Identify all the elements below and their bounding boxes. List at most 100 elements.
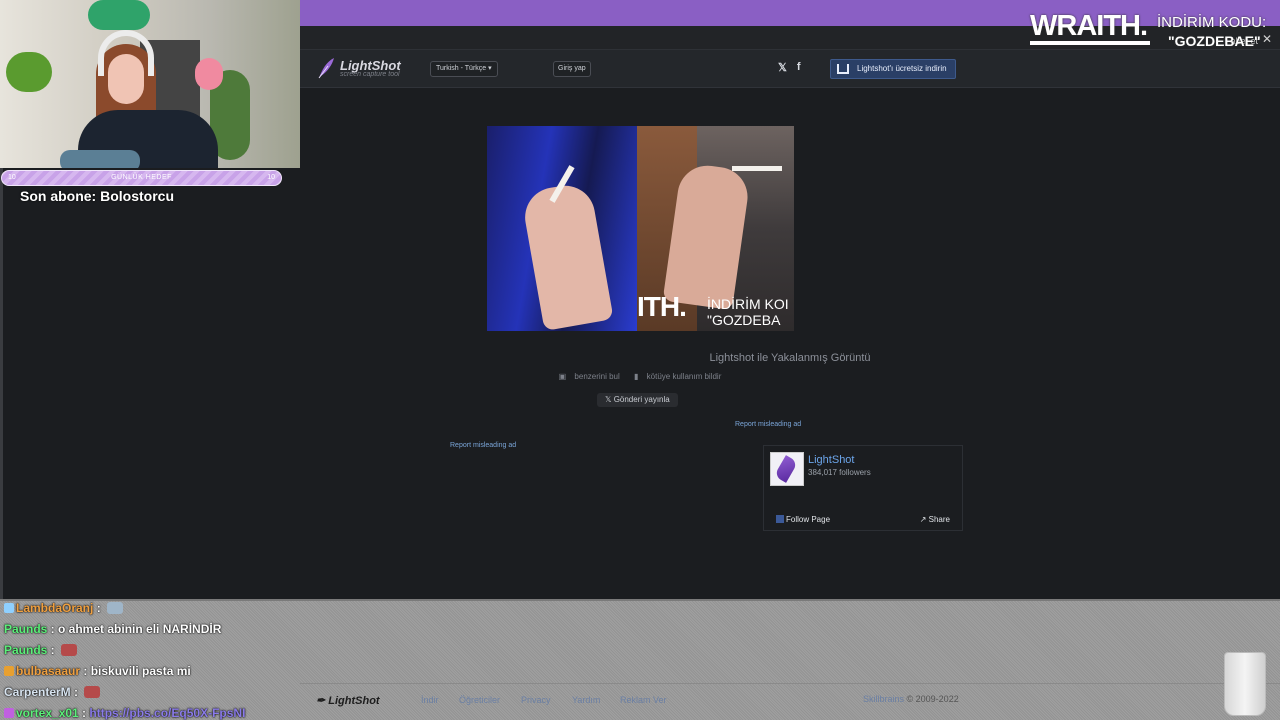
report-ad-link-right[interactable]: Report misleading ad — [735, 421, 801, 428]
chat-text[interactable]: https://pbs.co/Eq50X-FpsNI — [89, 706, 245, 720]
footer-logo-label: LightShot — [328, 695, 380, 707]
image-left-panel — [487, 126, 637, 331]
fb-share-button[interactable]: ↗ Share — [920, 515, 950, 524]
badge-icon — [4, 603, 14, 613]
cup — [1224, 652, 1266, 716]
goal-target: 10 — [267, 174, 275, 181]
chat-username[interactable]: Paunds — [4, 622, 47, 636]
badge-icon — [4, 708, 14, 718]
footer-link-tutorials[interactable]: Öğreticiler — [459, 695, 500, 705]
chat-separator: : — [80, 664, 91, 678]
screen: abet et ✕ LightShot screen capture tool … — [0, 0, 1280, 720]
footer-link-download[interactable]: İndir — [421, 695, 439, 705]
ad-code-value: "GOZDEBAE" — [1168, 33, 1261, 49]
social-links: 𝕏 f — [778, 61, 801, 74]
share-icon: ↗ — [919, 515, 927, 524]
footer-link-privacy[interactable]: Privacy — [521, 695, 551, 705]
emote-icon — [84, 686, 101, 698]
chat-message: vortex_x01 : https://pbs.co/Eq50X-FpsNI — [4, 703, 304, 720]
goal-label: GÜNLÜK HEDEF — [111, 174, 172, 181]
plush-frog — [88, 0, 150, 30]
x-icon: 𝕏 — [605, 395, 612, 404]
chat-separator: : — [47, 643, 59, 657]
ad-code-label: İNDİRİM KODU: — [1157, 14, 1267, 31]
main-content: ITH. İNDİRİM KOI "GOZDEBA Lightshot ile … — [300, 89, 1280, 599]
download-label: Lightshot'ı ücretsiz indirin — [857, 64, 947, 73]
close-icon[interactable]: ✕ — [1262, 32, 1272, 46]
report-ad-link-left[interactable]: Report misleading ad — [450, 442, 516, 449]
footer-link-help[interactable]: Yardım — [572, 695, 600, 705]
badge-icon — [4, 666, 14, 676]
copyright-text: © 2009-2022 — [906, 694, 959, 704]
follow-page-button[interactable]: Follow Page — [776, 515, 830, 524]
chat-username[interactable]: CarpenterM — [4, 685, 71, 699]
chat-message: Paunds : o ahmet abinin eli NARİNDİR — [4, 619, 304, 640]
chat-username[interactable]: vortex_x01 — [16, 706, 79, 720]
footer-logo[interactable]: ✒ LightShot — [316, 694, 380, 707]
footer-copyright: Skillbrains © 2009-2022 — [863, 694, 959, 704]
find-similar-link[interactable]: ▣ benzerini bul — [556, 372, 623, 381]
chat-username[interactable]: bulbasaaur — [16, 664, 80, 678]
chevron-down-icon: ▾ — [488, 65, 492, 72]
download-icon — [837, 64, 849, 74]
chat-list: LambdaOranj : Paunds : o ahmet abinin el… — [4, 598, 304, 720]
fb-page-name[interactable]: LightShot — [808, 454, 854, 466]
emote-icon — [107, 602, 124, 614]
facebook-icon — [776, 515, 784, 523]
image-actions: ▣ benzerini bul ▮ kötüye kullanım bildir — [300, 372, 980, 381]
logo-tagline: screen capture tool — [340, 71, 400, 78]
report-abuse-link[interactable]: ▮ kötüye kullanım bildir — [631, 372, 724, 381]
chat-separator: : — [78, 706, 90, 720]
chat-text: biskuvili pasta mi — [90, 664, 191, 678]
footer-link-advertise[interactable]: Reklam Ver — [620, 695, 667, 705]
login-button[interactable]: Giriş yap — [553, 61, 591, 77]
webcam-feed — [0, 0, 300, 168]
tweet-button[interactable]: 𝕏 Gönderi yayınla — [597, 393, 678, 407]
image-cigarette-2 — [732, 166, 782, 171]
left-panel-bg — [0, 168, 300, 599]
chat-message: Paunds : — [4, 640, 304, 661]
chat-text: o ahmet abinin eli NARİNDİR — [58, 622, 222, 636]
chat-username[interactable]: Paunds — [4, 643, 47, 657]
lightshot-logo[interactable]: LightShot screen capture tool — [316, 56, 401, 80]
download-button[interactable]: Lightshot'ı ücretsiz indirin — [830, 59, 956, 79]
lightshot-footer: ✒ LightShot İndir Öğreticiler Privacy Ya… — [300, 683, 1280, 720]
headphones — [98, 30, 154, 76]
facebook-icon[interactable]: f — [797, 61, 801, 74]
plush-pink — [195, 58, 223, 90]
language-select[interactable]: Turkish - Türkçe ▾ — [430, 61, 498, 77]
page-avatar[interactable] — [770, 452, 804, 486]
feather-icon: ✒ — [316, 695, 326, 707]
image-watermark-text: İNDİRİM KOI "GOZDEBA — [707, 296, 789, 328]
chat-message: CarpenterM : — [4, 682, 304, 703]
ad-underline — [1030, 41, 1150, 45]
camera-icon: ▣ — [558, 372, 567, 381]
tweet-label: Gönderi yayınla — [613, 395, 670, 404]
report-abuse-label: kötüye kullanım bildir — [646, 372, 722, 381]
image-watermark: ITH. — [637, 291, 687, 322]
twitter-icon[interactable]: 𝕏 — [778, 61, 787, 74]
chat-username[interactable]: LambdaOranj — [16, 601, 93, 615]
left-edge — [0, 168, 3, 599]
ad-brand: WRAITH. — [1030, 10, 1148, 42]
last-subscriber: Son abone: Bolostorcu — [20, 188, 174, 204]
lightshot-header: LightShot screen capture tool Turkish - … — [300, 50, 1280, 88]
chat-separator: : — [93, 601, 105, 615]
emote-icon — [61, 644, 78, 656]
chat-message: bulbasaaur : biskuvili pasta mi — [4, 661, 304, 682]
facebook-widget: LightShot 384,017 followers Follow Page … — [763, 445, 963, 531]
feather-icon — [318, 58, 334, 79]
image-hand — [520, 180, 614, 331]
screenshot-image[interactable]: ITH. İNDİRİM KOI "GOZDEBA — [487, 126, 794, 331]
chat-separator: : — [70, 685, 82, 699]
trash-icon: ▮ — [634, 372, 639, 381]
find-similar-label: benzerini bul — [574, 372, 620, 381]
daily-goal-bar: 10 GÜNLÜK HEDEF 10 — [1, 170, 282, 186]
language-select-value: Turkish - Türkçe — [436, 65, 487, 72]
chat-message: LambdaOranj : — [4, 598, 304, 619]
share-label: Share — [928, 515, 950, 524]
streamer-legs — [60, 150, 140, 168]
skillbrains-link[interactable]: Skillbrains — [863, 694, 904, 704]
fb-followers: 384,017 followers — [808, 468, 871, 477]
chat-separator: : — [47, 622, 59, 636]
